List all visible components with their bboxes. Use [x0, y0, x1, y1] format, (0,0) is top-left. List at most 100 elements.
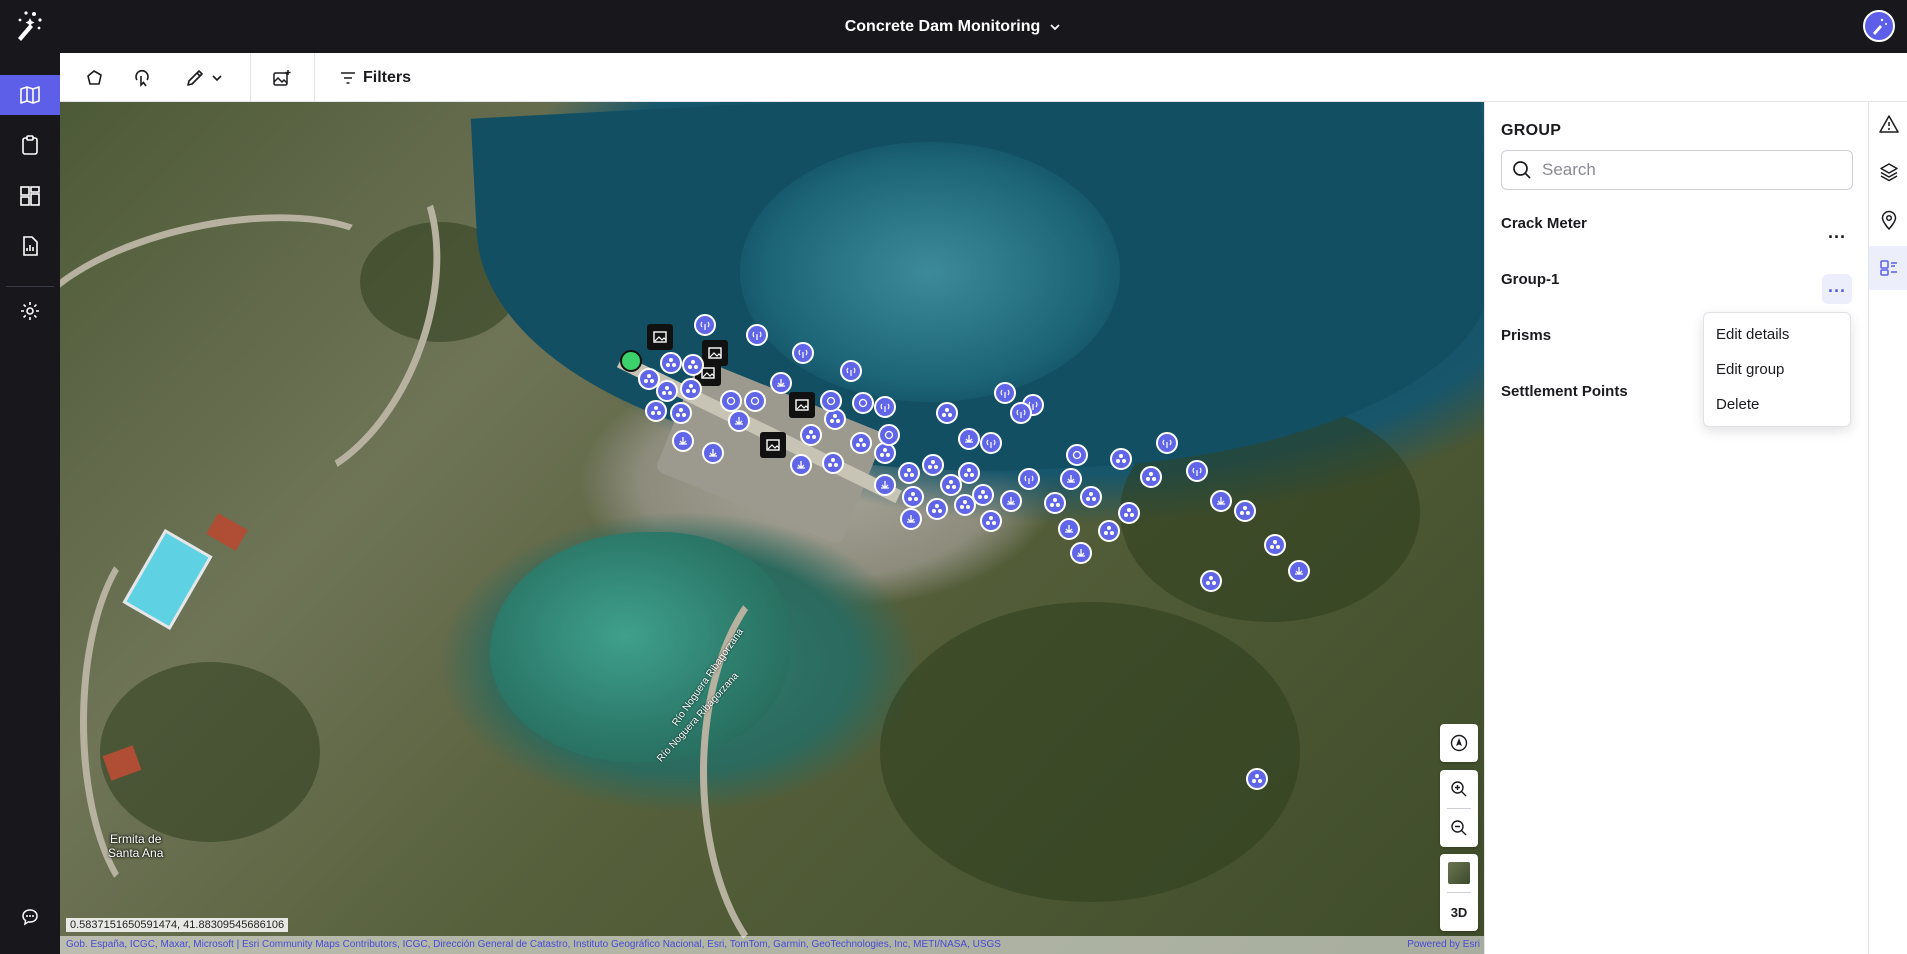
sensor-marker[interactable]: [1066, 444, 1088, 466]
project-selector[interactable]: Concrete Dam Monitoring: [0, 0, 1907, 53]
sensor-marker[interactable]: [1200, 570, 1222, 592]
rail-alerts[interactable]: [1869, 102, 1907, 146]
group-search[interactable]: [1501, 150, 1853, 190]
sensor-marker[interactable]: [672, 430, 694, 452]
sensor-marker[interactable]: [980, 432, 1002, 454]
sensor-marker[interactable]: [1210, 490, 1232, 512]
nav-chat[interactable]: [0, 897, 60, 937]
sensor-marker[interactable]: [922, 454, 944, 476]
compass-button[interactable]: [1440, 724, 1478, 762]
sensor-marker[interactable]: [1010, 402, 1032, 424]
menu-item-edit-details[interactable]: Edit details: [1704, 317, 1850, 352]
sensor-marker[interactable]: [670, 402, 692, 424]
sensor-marker[interactable]: [1110, 448, 1132, 470]
sensor-marker[interactable]: [1098, 520, 1120, 542]
zoom-in-button[interactable]: [1440, 770, 1478, 808]
sensor-marker[interactable]: [694, 314, 716, 336]
sensor-marker[interactable]: [980, 510, 1002, 532]
map-view[interactable]: Río Noguera Ribagorzana Río Noguera Riba…: [60, 102, 1484, 954]
sensor-marker[interactable]: [874, 396, 896, 418]
group-item-settlement-points[interactable]: Settlement Points: [1501, 383, 1628, 400]
nav-dashboard[interactable]: [0, 176, 60, 216]
powered-by-esri-link[interactable]: Powered by Esri: [1407, 936, 1480, 954]
sensor-marker[interactable]: [1156, 432, 1178, 454]
sensor-marker[interactable]: [900, 508, 922, 530]
rail-locations[interactable]: [1869, 198, 1907, 242]
sensor-marker[interactable]: [1118, 502, 1140, 524]
sensor-marker[interactable]: [1044, 492, 1066, 514]
sensor-marker[interactable]: [1234, 500, 1256, 522]
sensor-marker[interactable]: [1070, 542, 1092, 564]
sensor-marker[interactable]: [994, 382, 1016, 404]
sensor-marker[interactable]: [744, 390, 766, 412]
measure-tool-dropdown[interactable]: [174, 53, 234, 102]
sensor-marker[interactable]: [1080, 486, 1102, 508]
sensor-marker[interactable]: [1140, 466, 1162, 488]
3d-toggle-button[interactable]: 3D: [1440, 893, 1478, 931]
user-avatar[interactable]: [1863, 10, 1895, 42]
sensor-marker[interactable]: [1246, 768, 1268, 790]
sensor-marker[interactable]: [790, 454, 812, 476]
sensor-marker[interactable]: [656, 380, 678, 402]
zoom-out-button[interactable]: [1440, 809, 1478, 847]
sensor-marker[interactable]: [840, 360, 862, 382]
sensor-marker[interactable]: [1060, 468, 1082, 490]
sensor-marker[interactable]: [728, 410, 750, 432]
sensor-marker[interactable]: [1000, 490, 1022, 512]
sensor-marker[interactable]: [1018, 468, 1040, 490]
nav-reports[interactable]: [0, 226, 60, 266]
sensor-marker[interactable]: [958, 428, 980, 450]
more-options-button[interactable]: ...: [1822, 274, 1852, 304]
sensor-marker[interactable]: [1264, 534, 1286, 556]
report-icon: [23, 236, 38, 256]
add-image-tool[interactable]: [260, 53, 304, 102]
rail-layers[interactable]: [1869, 150, 1907, 194]
sensor-marker[interactable]: [850, 432, 872, 454]
group-item-crack-meter[interactable]: Crack Meter: [1501, 215, 1587, 232]
sensor-marker[interactable]: [1288, 560, 1310, 582]
menu-item-delete[interactable]: Delete: [1704, 387, 1850, 422]
sensor-marker[interactable]: [792, 342, 814, 364]
image-icon: [795, 399, 809, 411]
sensor-marker[interactable]: [820, 390, 842, 412]
sensor-marker[interactable]: [936, 402, 958, 424]
basemap-toggle[interactable]: [1440, 854, 1478, 892]
photo-marker[interactable]: [760, 432, 786, 458]
menu-item-edit-group[interactable]: Edit group: [1704, 352, 1850, 387]
sensor-marker[interactable]: [958, 462, 980, 484]
sensor-marker[interactable]: [680, 378, 702, 400]
group-item-group-1[interactable]: Group-1: [1501, 271, 1559, 288]
rail-groups[interactable]: [1869, 246, 1907, 290]
sensor-marker[interactable]: [645, 400, 667, 422]
more-options-button[interactable]: ...: [1822, 220, 1852, 250]
nav-tasks[interactable]: [0, 125, 60, 165]
nav-settings[interactable]: [0, 291, 60, 331]
sensor-marker[interactable]: [902, 486, 924, 508]
polygon-draw-tool[interactable]: [74, 53, 114, 102]
photo-marker[interactable]: [789, 392, 815, 418]
sensor-marker[interactable]: [898, 462, 920, 484]
sensor-marker[interactable]: [702, 442, 724, 464]
sensor-marker[interactable]: [746, 324, 768, 346]
sensor-marker[interactable]: [926, 498, 948, 520]
sensor-marker[interactable]: [800, 424, 822, 446]
filters-button[interactable]: Filters: [330, 53, 420, 102]
sensor-marker[interactable]: [822, 452, 844, 474]
sensor-marker[interactable]: [770, 372, 792, 394]
nav-map[interactable]: [0, 75, 60, 115]
sensor-marker[interactable]: [852, 392, 874, 414]
sensor-marker[interactable]: [874, 474, 896, 496]
lasso-select-tool[interactable]: [122, 53, 162, 102]
compass-control[interactable]: [1440, 724, 1478, 762]
sensor-marker[interactable]: [878, 424, 900, 446]
sensor-marker[interactable]: [682, 354, 704, 376]
photo-marker[interactable]: [647, 324, 673, 350]
sensor-marker[interactable]: [720, 390, 742, 412]
sensor-marker[interactable]: [1058, 518, 1080, 540]
sensor-marker[interactable]: [660, 352, 682, 374]
sensor-marker[interactable]: [1186, 460, 1208, 482]
sensor-marker-alert[interactable]: [620, 350, 642, 372]
group-item-prisms[interactable]: Prisms: [1501, 327, 1551, 344]
search-input[interactable]: [1542, 160, 1842, 180]
sensor-marker[interactable]: [972, 484, 994, 506]
